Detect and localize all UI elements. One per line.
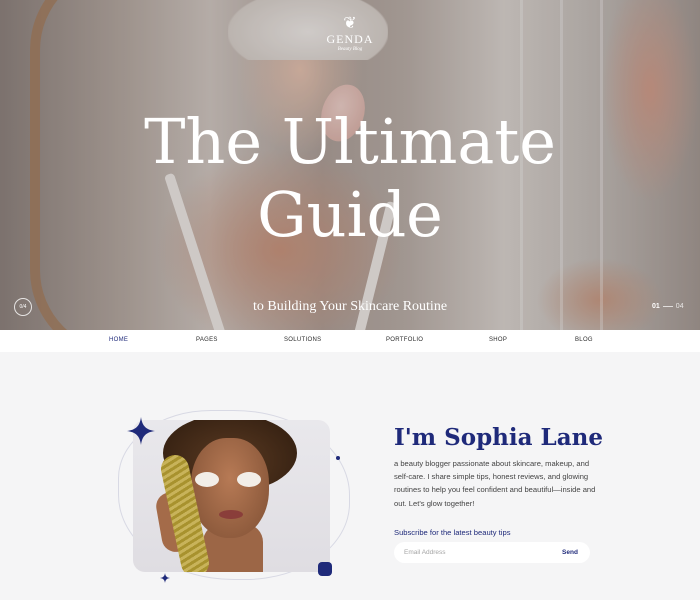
about-title: I'm Sophia Lane xyxy=(394,424,603,451)
decorative-square xyxy=(318,562,332,576)
about-description: a beauty blogger passionate about skinca… xyxy=(394,459,596,508)
site-logo[interactable]: ❦ GENDA Beauty Blog xyxy=(318,15,382,53)
hero-title-line-2: Guide xyxy=(257,178,443,251)
hero-title-line-1: The Ultimate xyxy=(144,105,556,178)
nav-item-blog[interactable]: BLOG xyxy=(575,337,593,343)
slider-progress-ring[interactable]: 0/4 xyxy=(14,298,32,316)
sparkle-icon xyxy=(127,417,155,445)
nav-item-solutions[interactable]: SOLUTIONS xyxy=(284,337,321,343)
hero-banner: ❦ GENDA Beauty Blog The Ultimate Guide t… xyxy=(0,0,700,330)
author-photo xyxy=(133,420,330,572)
slider-counter: 01 04 xyxy=(652,303,684,310)
photo-face xyxy=(191,438,269,538)
leaf-icon: ❦ xyxy=(343,15,357,32)
slide-separator xyxy=(662,306,673,307)
main-navigation: HOME PAGES SOLUTIONS PORTFOLIO SHOP BLOG xyxy=(0,330,700,352)
nav-item-shop[interactable]: SHOP xyxy=(489,337,507,343)
hero-subtitle: to Building Your Skincare Routine xyxy=(252,299,448,314)
logo-name: GENDA xyxy=(326,32,374,46)
sparkle-icon xyxy=(160,573,170,583)
nav-item-portfolio[interactable]: PORTFOLIO xyxy=(386,337,423,343)
subscribe-form: Send xyxy=(394,542,590,563)
slide-total: 04 xyxy=(675,303,684,310)
nav-item-home[interactable]: HOME xyxy=(109,337,128,343)
subscribe-label: Subscribe for the latest beauty tips xyxy=(394,528,511,537)
send-button[interactable]: Send xyxy=(554,545,586,560)
logo-tagline: Beauty Blog xyxy=(337,47,363,52)
eye-patch xyxy=(195,472,219,487)
email-input[interactable] xyxy=(404,546,544,559)
photo-lips xyxy=(219,510,243,519)
slide-current: 01 xyxy=(652,303,660,310)
eye-patch xyxy=(237,472,261,487)
decorative-dot xyxy=(336,456,340,460)
nav-item-pages[interactable]: PAGES xyxy=(196,337,218,343)
